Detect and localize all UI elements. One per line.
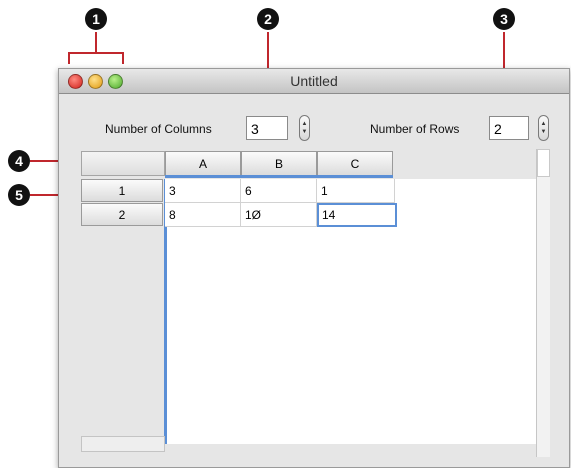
table-corner	[81, 151, 165, 176]
rows-label: Number of Rows	[370, 122, 460, 136]
app-window: Untitled Number of Columns 3 ▲ ▼ Number …	[58, 68, 570, 468]
column-header-c[interactable]: C	[317, 151, 393, 176]
column-header-a[interactable]: A	[165, 151, 241, 176]
callout-5: 5	[8, 184, 30, 206]
cell-b1[interactable]: 6	[241, 179, 317, 203]
cell-a2[interactable]: 8	[165, 203, 241, 227]
header-selection-bar	[165, 175, 393, 178]
cell-b2[interactable]: 1Ø	[241, 203, 317, 227]
row-header-scroll-segment[interactable]	[81, 436, 165, 452]
callout-1-bracket-left	[68, 52, 70, 64]
columns-field[interactable]: 3	[246, 116, 288, 140]
rows-field[interactable]: 2	[489, 116, 529, 140]
cell-c2-selected[interactable]: 14	[317, 203, 397, 227]
vertical-scrollbar[interactable]	[536, 149, 550, 457]
column-header-b[interactable]: B	[241, 151, 317, 176]
callout-2: 2	[257, 8, 279, 30]
columns-stepper[interactable]: ▲ ▼	[299, 115, 310, 141]
callout-1-stem	[95, 32, 97, 53]
vertical-scroll-thumb[interactable]	[537, 149, 550, 177]
stepper-up-icon[interactable]: ▲	[539, 121, 548, 127]
cell-c1[interactable]: 1	[317, 179, 395, 203]
row-header-2[interactable]: 2	[81, 203, 163, 226]
row-header-1[interactable]: 1	[81, 179, 163, 202]
window-title: Untitled	[290, 73, 338, 89]
stepper-up-icon[interactable]: ▲	[300, 121, 309, 127]
cell-a1[interactable]: 3	[165, 179, 241, 203]
callout-1-bracket-right	[122, 52, 124, 64]
callout-4: 4	[8, 150, 30, 172]
title-bar[interactable]: Untitled	[59, 69, 569, 94]
columns-label: Number of Columns	[105, 122, 212, 136]
stepper-down-icon[interactable]: ▼	[539, 129, 548, 135]
rows-stepper[interactable]: ▲ ▼	[538, 115, 549, 141]
callout-3: 3	[493, 8, 515, 30]
callout-1: 1	[85, 8, 107, 30]
stepper-down-icon[interactable]: ▼	[300, 129, 309, 135]
